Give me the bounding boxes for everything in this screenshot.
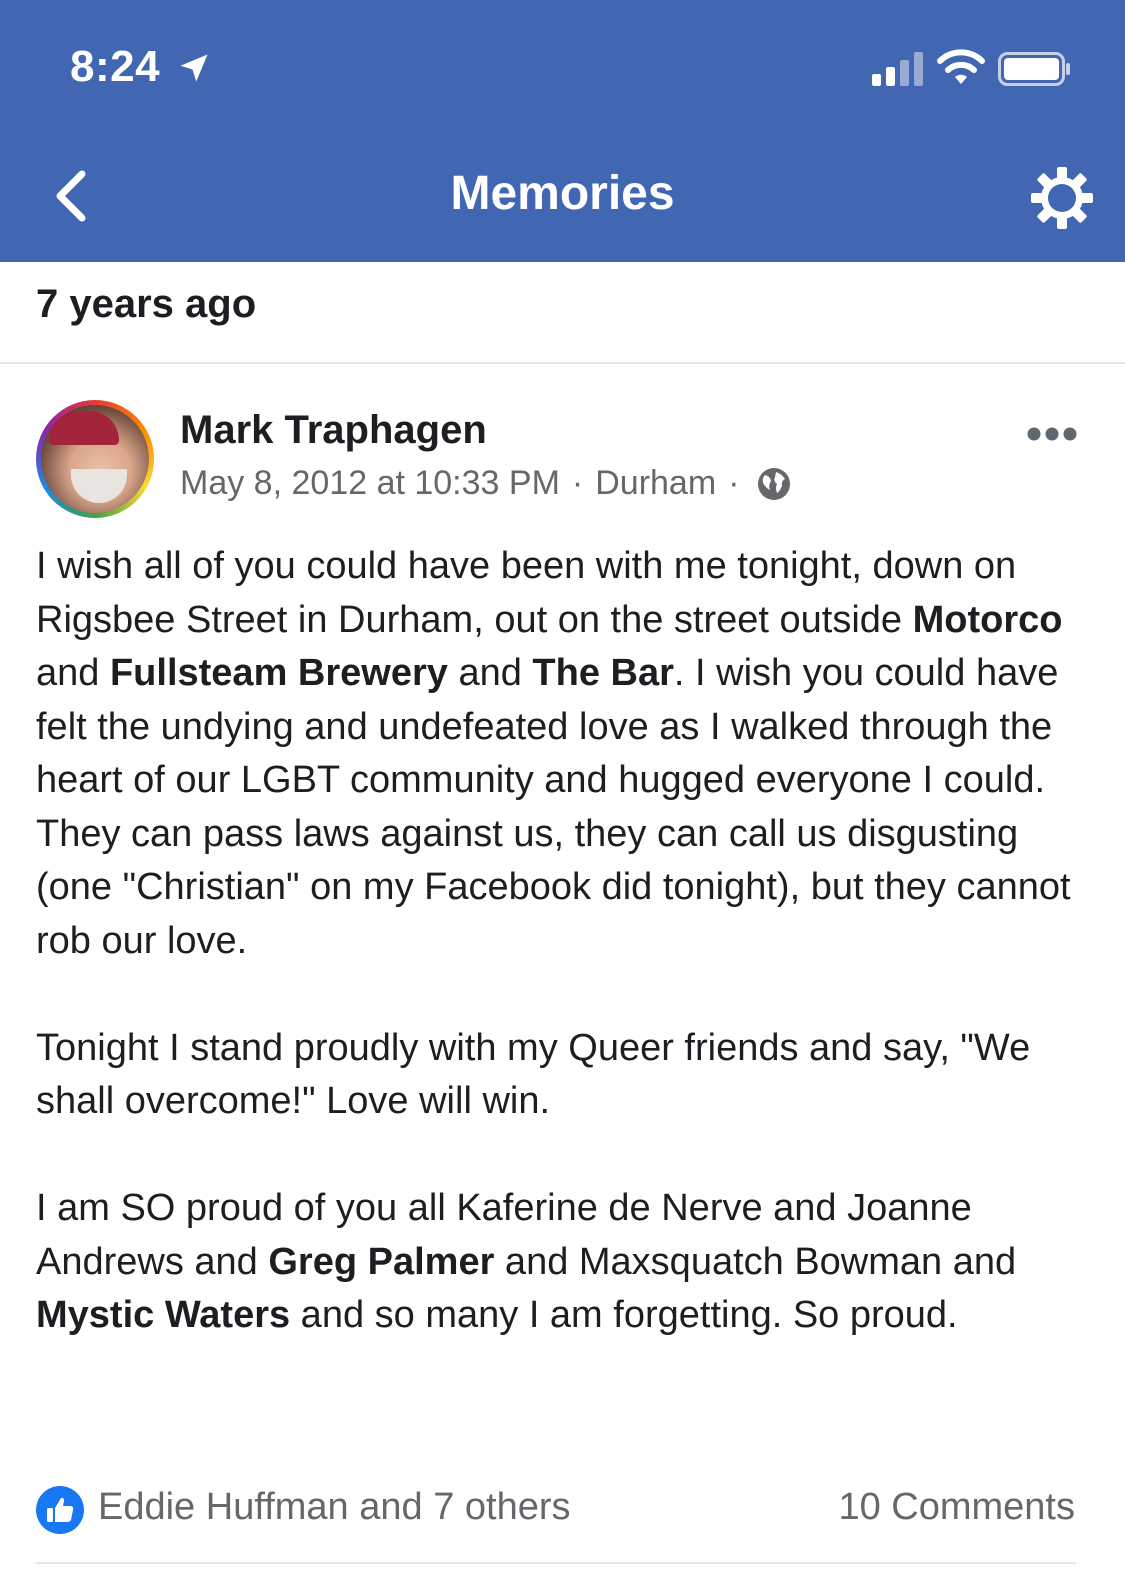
wifi-icon: [937, 49, 985, 84]
post-text: Tonight I stand proudly with my Queer fr…: [36, 1026, 1041, 1123]
divider: [36, 1562, 1076, 1564]
page-title: Memories: [450, 167, 675, 220]
post-text: I wish all of you could have been with m…: [36, 545, 1027, 641]
battery-icon: [998, 52, 1070, 86]
like-icon: [36, 1486, 84, 1534]
post-text: and so many I am forgetting. So proud.: [290, 1294, 958, 1336]
post-body: I wish all of you could have been with m…: [36, 540, 1086, 1343]
status-time: 8:24: [70, 42, 161, 91]
gear-icon[interactable]: [1030, 166, 1094, 230]
likes-summary[interactable]: Eddie Huffman and 7 others: [98, 1486, 571, 1529]
mention-link[interactable]: Mystic Waters: [36, 1294, 290, 1336]
meta-separator: ·: [571, 464, 584, 502]
post-meta: May 8, 2012 at 10:33 PM · Durham ·: [180, 464, 792, 503]
post-text: . I wish you could have felt the undying…: [36, 652, 1082, 962]
avatar-cap: [49, 411, 119, 445]
signal-icon: [872, 52, 923, 86]
post-text: and: [447, 652, 533, 694]
avatar[interactable]: [36, 400, 154, 518]
avatar-photo: [41, 405, 149, 513]
comments-count[interactable]: 10 Comments: [838, 1486, 1075, 1529]
location-arrow-icon: [180, 54, 208, 82]
avatar-beard: [71, 469, 127, 503]
section-title: 7 years ago: [36, 282, 257, 326]
memories-section-header: 7 years ago: [0, 262, 1125, 364]
post-location[interactable]: Durham: [595, 464, 716, 503]
app-header: 8:24 Memories: [0, 0, 1125, 262]
post-text: and Maxsquatch Bowman and: [494, 1240, 1027, 1283]
mention-link[interactable]: Fullsteam Brewery: [110, 652, 448, 694]
mention-link[interactable]: The Bar: [532, 652, 673, 694]
globe-icon: [757, 467, 790, 500]
author-name[interactable]: Mark Traphagen: [180, 408, 487, 453]
post-date[interactable]: May 8, 2012 at 10:33 PM: [180, 464, 560, 503]
more-options-icon[interactable]: [1026, 424, 1078, 444]
mention-link[interactable]: Greg Palmer: [268, 1241, 494, 1283]
reactions-bar: Eddie Huffman and 7 others 10 Comments: [0, 1482, 1125, 1542]
meta-separator: ·: [728, 464, 740, 502]
mention-link[interactable]: Motorco: [913, 599, 1063, 641]
